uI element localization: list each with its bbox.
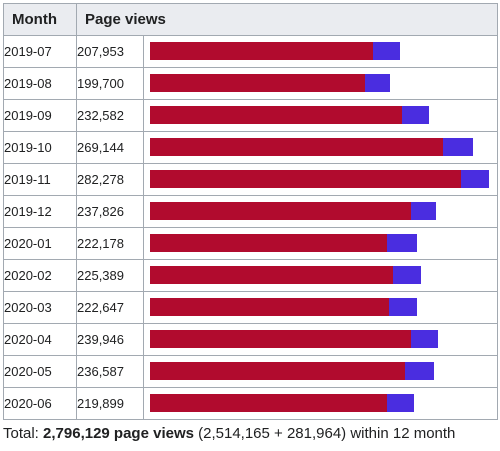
table-row: 2020-06 219,899 — [3, 387, 498, 420]
bar-cell — [143, 227, 498, 260]
month-label: 2019-12 — [3, 195, 77, 228]
bar-segment-secondary — [386, 394, 415, 412]
views-value: 236,587 — [76, 355, 144, 388]
views-value: 222,178 — [76, 227, 144, 260]
bar-segment-primary — [150, 234, 387, 252]
stacked-bar — [150, 234, 417, 252]
bar-segment-primary — [150, 266, 393, 284]
pageviews-widget: Month Page views 2019-07 207,953 2019-08 19… — [0, 0, 500, 451]
bar-cell — [143, 131, 498, 164]
bar-cell — [143, 291, 498, 324]
bar-segment-primary — [150, 394, 387, 412]
table-body: 2019-07 207,953 2019-08 199,700 2019-09 232,5… — [3, 35, 498, 420]
bar-cell — [143, 355, 498, 388]
table-row: 2019-11 282,278 — [3, 163, 498, 196]
bar-segment-secondary — [386, 234, 417, 252]
stacked-bar — [150, 138, 474, 156]
month-label: 2020-03 — [3, 291, 77, 324]
month-label: 2019-08 — [3, 67, 77, 100]
bar-segment-primary — [150, 42, 373, 60]
bar-segment-secondary — [389, 298, 418, 316]
stacked-bar — [150, 42, 400, 60]
table-row: 2019-07 207,953 — [3, 35, 498, 68]
table-row: 2020-01 222,178 — [3, 227, 498, 260]
total-views: 2,796,129 page views — [43, 425, 194, 442]
views-column-header: Page views — [76, 3, 498, 36]
month-label: 2020-02 — [3, 259, 77, 292]
table-row: 2019-12 237,826 — [3, 195, 498, 228]
bar-cell — [143, 195, 498, 228]
month-label: 2020-01 — [3, 227, 77, 260]
month-label: 2019-07 — [3, 35, 77, 68]
views-value: 282,278 — [76, 163, 144, 196]
month-label: 2020-04 — [3, 323, 77, 356]
stacked-bar — [150, 74, 390, 92]
bar-segment-secondary — [392, 266, 421, 284]
bar-cell — [143, 387, 498, 420]
bar-segment-primary — [150, 362, 406, 380]
bar-segment-secondary — [461, 170, 489, 188]
bar-segment-primary — [150, 330, 412, 348]
table-row: 2020-05 236,587 — [3, 355, 498, 388]
bar-segment-primary — [150, 170, 461, 188]
stacked-bar — [150, 298, 418, 316]
table-row: 2020-04 239,946 — [3, 323, 498, 356]
table-header-row: Month Page views — [3, 3, 498, 36]
stacked-bar — [150, 330, 439, 348]
bar-segment-primary — [150, 202, 411, 220]
views-value: 237,826 — [76, 195, 144, 228]
bar-segment-primary — [150, 106, 403, 124]
bar-segment-primary — [150, 298, 389, 316]
bar-segment-secondary — [443, 138, 474, 156]
bar-segment-primary — [150, 74, 365, 92]
bar-cell — [143, 99, 498, 132]
total-prefix: Total: — [3, 425, 39, 442]
views-value: 232,582 — [76, 99, 144, 132]
bar-segment-secondary — [372, 42, 400, 60]
bar-cell — [143, 259, 498, 292]
month-column-header: Month — [3, 3, 77, 36]
views-value: 239,946 — [76, 323, 144, 356]
total-breakdown: (2,514,165 + 281,964) within 12 month — [198, 425, 456, 442]
views-value: 207,953 — [76, 35, 144, 68]
stacked-bar — [150, 202, 436, 220]
stacked-bar — [150, 170, 489, 188]
pageviews-table: Month Page views 2019-07 207,953 2019-08 19… — [3, 3, 498, 420]
views-value: 222,647 — [76, 291, 144, 324]
bar-segment-secondary — [402, 106, 430, 124]
bar-segment-secondary — [405, 362, 435, 380]
bar-segment-secondary — [411, 330, 439, 348]
bar-cell — [143, 67, 498, 100]
bar-cell — [143, 323, 498, 356]
table-row: 2019-10 269,144 — [3, 131, 498, 164]
month-label: 2019-09 — [3, 99, 77, 132]
month-label: 2019-10 — [3, 131, 77, 164]
total-summary: Total: 2,796,129 page views (2,514,165 +… — [3, 425, 455, 442]
month-label: 2019-11 — [3, 163, 77, 196]
stacked-bar — [150, 266, 421, 284]
table-row: 2019-09 232,582 — [3, 99, 498, 132]
table-row: 2019-08 199,700 — [3, 67, 498, 100]
month-label: 2020-05 — [3, 355, 77, 388]
views-value: 199,700 — [76, 67, 144, 100]
views-value: 269,144 — [76, 131, 144, 164]
stacked-bar — [150, 362, 435, 380]
views-value: 225,389 — [76, 259, 144, 292]
bar-cell — [143, 163, 498, 196]
stacked-bar — [150, 106, 430, 124]
bar-segment-primary — [150, 138, 443, 156]
table-row: 2020-02 225,389 — [3, 259, 498, 292]
table-row: 2020-03 222,647 — [3, 291, 498, 324]
bar-segment-secondary — [365, 74, 390, 92]
views-value: 219,899 — [76, 387, 144, 420]
stacked-bar — [150, 394, 415, 412]
bar-segment-secondary — [410, 202, 436, 220]
bar-cell — [143, 35, 498, 68]
month-label: 2020-06 — [3, 387, 77, 420]
